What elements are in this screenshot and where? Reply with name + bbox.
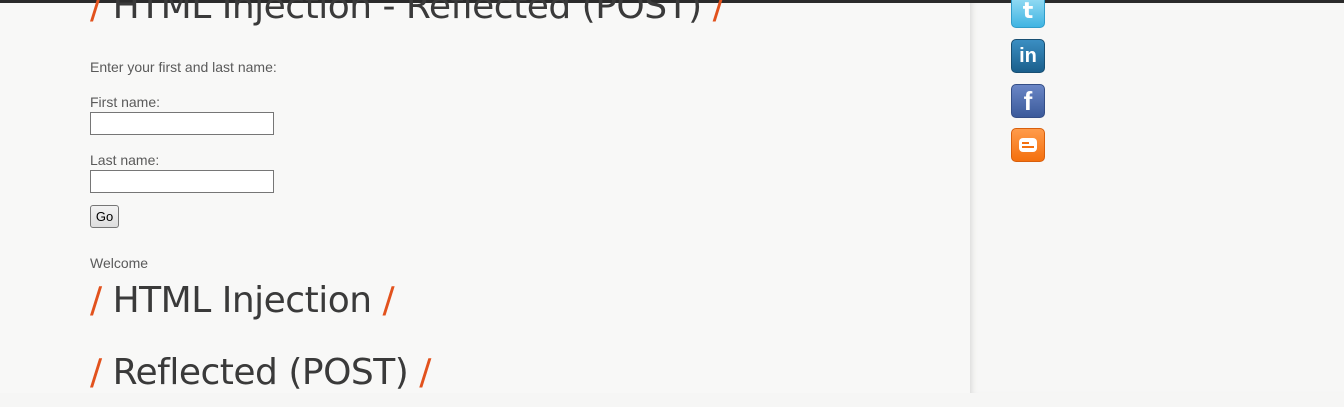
page-title-text: HTML Injection - Reflected (POST) (112, 0, 703, 27)
first-name-label: First name: (90, 94, 161, 110)
blogger-icon[interactable] (1011, 128, 1045, 162)
facebook-icon[interactable]: f (1011, 84, 1045, 118)
heading-1-text: HTML Injection (112, 280, 372, 321)
go-button[interactable]: Go (90, 205, 119, 228)
twitter-icon[interactable]: t (1011, 0, 1045, 28)
twitter-glyph: t (1022, 0, 1034, 24)
last-name-label: Last name: (90, 152, 160, 168)
last-name-input[interactable] (90, 170, 274, 193)
facebook-glyph: f (1023, 85, 1033, 116)
reflected-heading-1: / HTML Injection / (90, 280, 395, 321)
title-slash-left: / (90, 0, 102, 27)
blogger-glyph (1019, 138, 1037, 152)
form-intro: Enter your first and last name: (90, 59, 277, 75)
welcome-text: Welcome (90, 255, 149, 271)
linkedin-icon[interactable]: in (1011, 39, 1045, 73)
page-title: / HTML Injection - Reflected (POST) / (90, 0, 725, 27)
heading-2-text: Reflected (POST) (112, 352, 409, 393)
title-slash-right: / (712, 0, 725, 27)
first-name-input[interactable] (90, 112, 274, 135)
main-content: / HTML Injection - Reflected (POST) / En… (0, 0, 970, 393)
heading-2-slash-right: / (419, 352, 431, 393)
heading-2-slash-left: / (90, 352, 102, 393)
heading-1-slash-left: / (90, 280, 102, 321)
linkedin-glyph: in (1019, 44, 1037, 67)
reflected-heading-2: / Reflected (POST) / (90, 352, 431, 393)
heading-1-slash-right: / (382, 280, 395, 321)
